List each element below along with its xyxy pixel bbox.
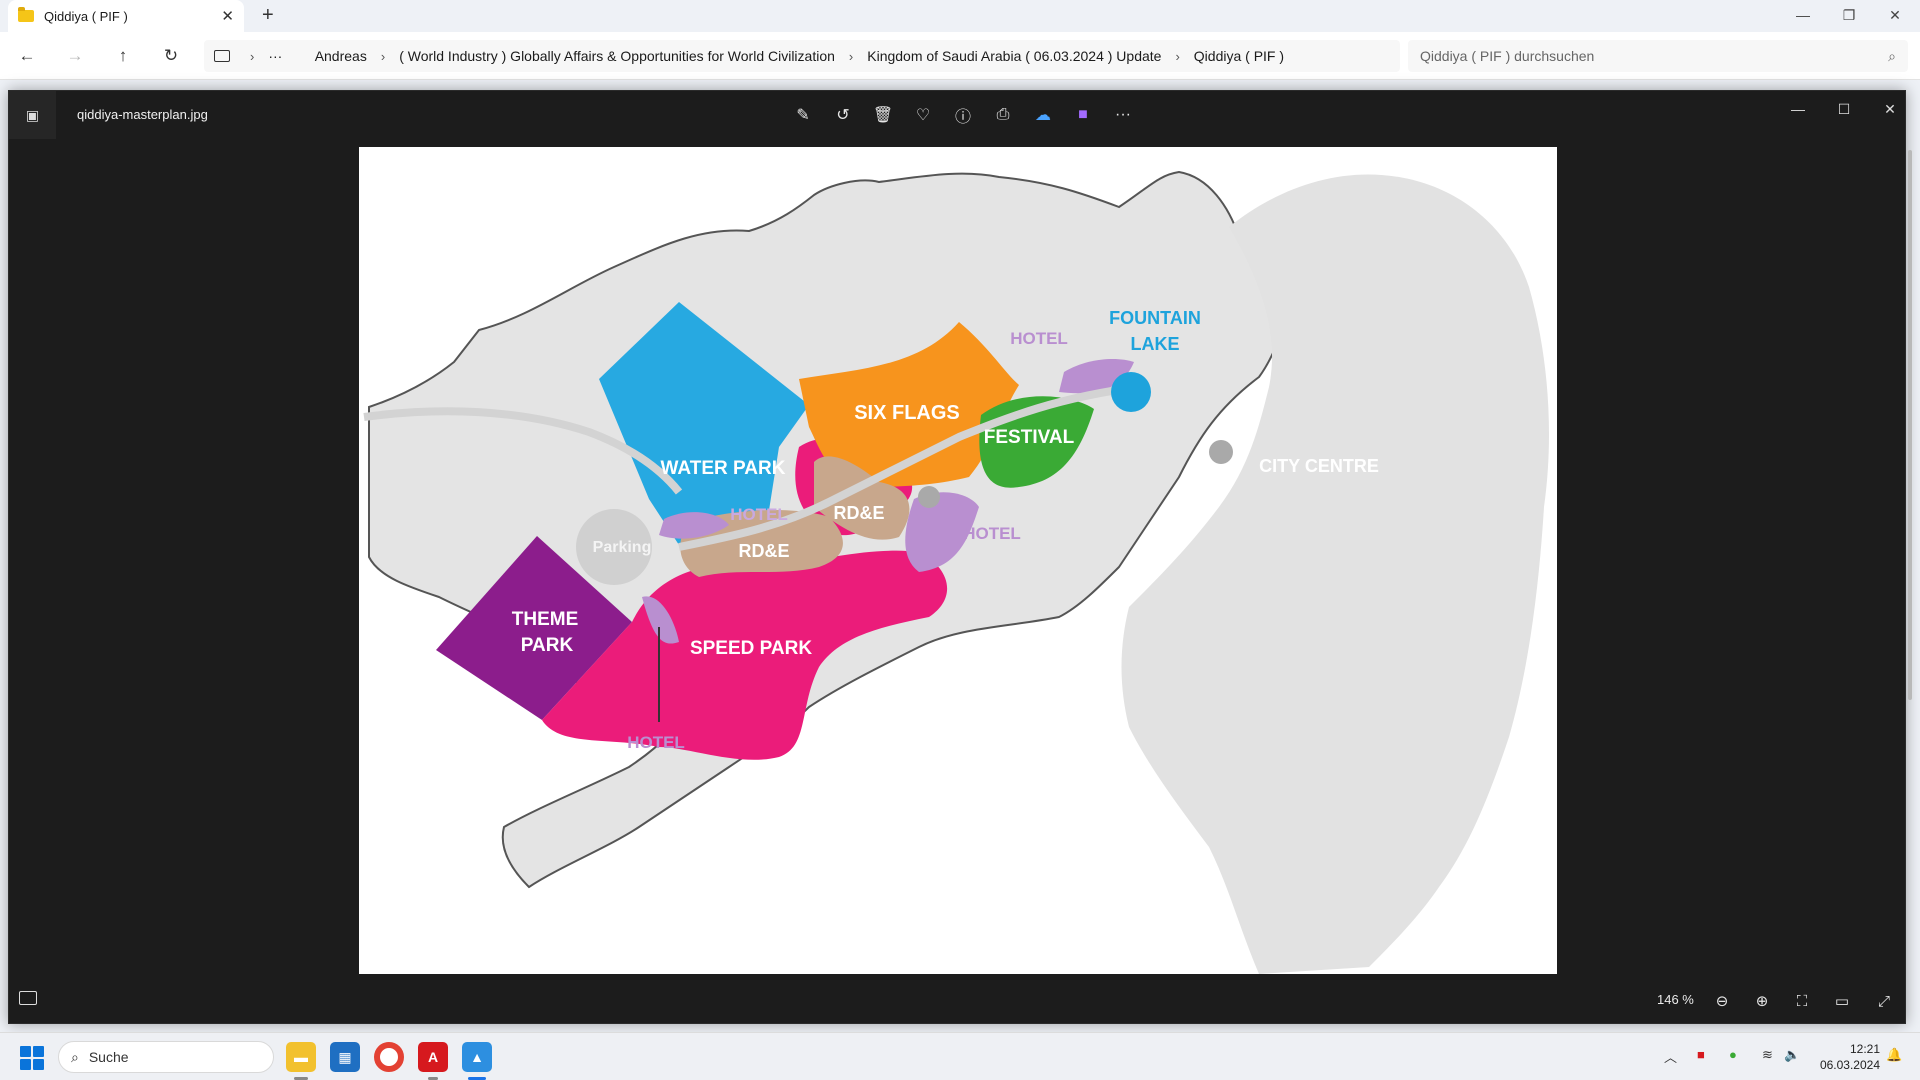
city-centre-label: CITY CENTRE <box>1259 456 1379 476</box>
zoom-in-icon[interactable]: ⊕ <box>1749 989 1775 1013</box>
fit-to-window-icon[interactable]: ⛶ <box>1789 989 1815 1013</box>
parking-label: Parking <box>593 539 652 556</box>
clock-date: 06.03.2024 <box>1819 1058 1880 1072</box>
volume-icon[interactable]: 🔈 <box>1784 1047 1800 1063</box>
new-tab-button[interactable]: + <box>262 4 274 27</box>
zoom-level[interactable]: 146 % <box>1657 992 1694 1007</box>
viewer-filename: qiddiya-masterplan.jpg <box>77 107 208 122</box>
acrobat-icon[interactable]: A <box>418 1042 448 1072</box>
photo-viewer-window: ▣ qiddiya-masterplan.jpg ✎ ↺ 🗑 ♡ ⓘ ⎙ ☁ ■… <box>8 90 1906 1024</box>
delete-icon[interactable]: 🗑 <box>869 103 897 127</box>
breadcrumb[interactable]: › ··· › Andreas › ( World Industry ) Glo… <box>204 40 1400 72</box>
viewer-close-button[interactable]: ✕ <box>1867 97 1913 121</box>
more-crumbs-icon[interactable]: ··· <box>266 48 284 64</box>
minimize-button[interactable]: — <box>1780 0 1826 30</box>
favorite-icon[interactable]: ♡ <box>909 103 937 127</box>
hotel-bottom-label: HOTEL <box>627 733 685 752</box>
water-park-label: WATER PARK <box>661 458 786 479</box>
rdge-label-2: RD&E <box>738 541 789 561</box>
theme-park-label-2: PARK <box>521 635 574 656</box>
chevron-right-icon: › <box>250 48 255 64</box>
theme-park-label-1: THEME <box>512 609 579 630</box>
search-placeholder: Qiddiya ( PIF ) durchsuchen <box>1420 48 1595 64</box>
rdge-label-1: RD&E <box>833 503 884 523</box>
viewer-footer: 146 % ⊖ ⊕ ⛶ ▭ ⤢ <box>9 977 1907 1025</box>
masterplan-map: SIX FLAGS FESTIVAL WATER PARK THEME PARK… <box>363 170 1549 974</box>
edit-icon[interactable]: ✎ <box>789 103 817 127</box>
chevron-right-icon[interactable]: › <box>1175 49 1179 64</box>
folder-icon <box>18 7 34 22</box>
chevron-right-icon[interactable]: › <box>849 49 853 64</box>
tab-title: Qiddiya ( PIF ) <box>44 8 128 24</box>
refresh-button[interactable]: ↻ <box>156 42 186 70</box>
zoom-out-icon[interactable]: ⊖ <box>1709 989 1735 1013</box>
breadcrumb-item[interactable]: Qiddiya ( PIF ) <box>1192 48 1286 64</box>
file-explorer-icon[interactable]: ▬ <box>286 1042 316 1072</box>
viewer-toolbar: ✎ ↺ 🗑 ♡ ⓘ ⎙ ☁ ■ ··· <box>789 103 1137 127</box>
back-button[interactable]: ← <box>12 42 42 70</box>
windows-start-icon[interactable] <box>20 1046 44 1070</box>
city-centre-circle <box>1209 440 1233 464</box>
taskbar-search-label: Suche <box>88 1049 129 1065</box>
chevron-up-icon[interactable]: ︿ <box>1664 1047 1677 1066</box>
taskbar-search-input[interactable]: ⌕ Suche <box>58 1041 274 1073</box>
search-input[interactable]: Qiddiya ( PIF ) durchsuchen ⌕ <box>1408 40 1908 72</box>
fountain-lake-label-1: FOUNTAIN <box>1109 308 1201 328</box>
festival-label: FESTIVAL <box>984 427 1075 448</box>
node-circle <box>918 486 940 508</box>
info-icon[interactable]: ⓘ <box>949 103 977 127</box>
breadcrumb-item[interactable]: Kingdom of Saudi Arabia ( 06.03.2024 ) U… <box>865 48 1163 64</box>
chevron-right-icon[interactable]: › <box>381 49 385 64</box>
explorer-scrollbar[interactable] <box>1908 150 1912 700</box>
viewer-maximize-button[interactable]: ☐ <box>1821 97 1867 121</box>
photos-icon[interactable]: ▲ <box>462 1042 492 1072</box>
explorer-tab-bar: Qiddiya ( PIF ) ✕ + — ❐ ✕ <box>0 0 1920 32</box>
close-tab-icon[interactable]: ✕ <box>221 7 234 25</box>
notification-bell-icon[interactable]: 🔔 <box>1886 1047 1902 1063</box>
hotel-mid-label: HOTEL <box>730 505 788 524</box>
clock-time: 12:21 <box>1849 1042 1880 1056</box>
forward-button[interactable]: → <box>60 42 90 70</box>
viewer-header: ▣ qiddiya-masterplan.jpg ✎ ↺ 🗑 ♡ ⓘ ⎙ ☁ ■… <box>9 91 1907 139</box>
breadcrumb-item[interactable]: ( World Industry ) Globally Affairs & Op… <box>397 48 837 64</box>
more-options-icon[interactable]: ··· <box>1109 103 1137 127</box>
actual-size-icon[interactable]: ▭ <box>1829 989 1855 1013</box>
fullscreen-icon[interactable]: ⤢ <box>1871 989 1897 1013</box>
clock[interactable]: 12:21 06.03.2024 <box>1810 1041 1880 1073</box>
clipchamp-icon[interactable]: ■ <box>1069 103 1097 127</box>
close-window-button[interactable]: ✕ <box>1872 0 1918 30</box>
explorer-address-bar: ← → ↑ ↻ › ··· › Andreas › ( World Indust… <box>0 32 1920 80</box>
restore-button[interactable]: ❐ <box>1826 0 1872 30</box>
six-flags-label: SIX FLAGS <box>854 402 960 424</box>
breadcrumb-item[interactable]: Andreas <box>313 48 369 64</box>
fountain-lake-label-2: LAKE <box>1131 334 1180 354</box>
fountain-lake-circle <box>1111 372 1151 412</box>
speed-park-label: SPEED PARK <box>690 638 812 659</box>
store-icon[interactable]: ▦ <box>330 1042 360 1072</box>
search-icon: ⌕ <box>1888 47 1896 64</box>
wifi-icon[interactable]: ≋ <box>1762 1047 1773 1063</box>
acrobat-tray-icon[interactable]: ■ <box>1697 1047 1705 1062</box>
up-button[interactable]: ↑ <box>108 42 138 70</box>
hotel-right-label: HOTEL <box>963 524 1021 543</box>
onedrive-icon[interactable]: ☁ <box>1029 103 1057 127</box>
search-icon: ⌕ <box>71 1048 79 1065</box>
viewer-minimize-button[interactable]: — <box>1775 97 1821 121</box>
rotate-icon[interactable]: ↺ <box>829 103 857 127</box>
photos-app-icon[interactable]: ▣ <box>9 91 56 139</box>
filmstrip-icon[interactable] <box>19 991 37 1005</box>
print-icon[interactable]: ⎙ <box>989 103 1017 127</box>
monitor-icon <box>214 50 230 62</box>
chrome-icon[interactable] <box>374 1042 404 1072</box>
image-canvas[interactable]: SIX FLAGS FESTIVAL WATER PARK THEME PARK… <box>359 147 1557 974</box>
security-tray-icon[interactable]: ● <box>1729 1047 1737 1062</box>
explorer-tab[interactable]: Qiddiya ( PIF ) ✕ <box>8 0 244 32</box>
hotel-top-label: HOTEL <box>1010 329 1068 348</box>
taskbar: ⌕ Suche ▬ ▦ A ▲ ︿ ■ ● ≋ 🔈 12:21 06.03.20… <box>0 1032 1920 1080</box>
